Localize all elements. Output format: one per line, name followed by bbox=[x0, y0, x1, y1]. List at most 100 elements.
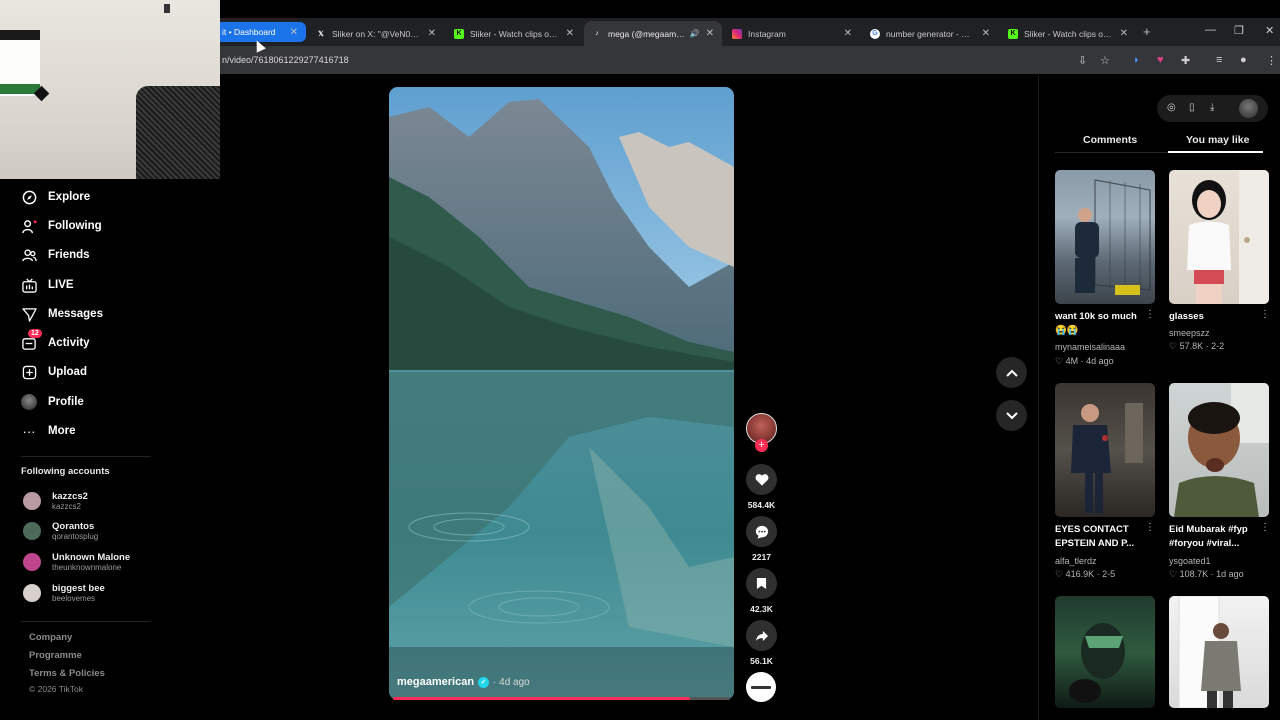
browser-tab-google[interactable]: G number generator - Google ✕ bbox=[862, 21, 998, 46]
tab-comments[interactable]: Comments bbox=[1083, 134, 1137, 146]
browser-tab-tiktok[interactable]: ♪ mega (@megaamerican... 🔊 ✕ bbox=[584, 21, 722, 46]
card-author[interactable]: ysgoated1 bbox=[1169, 556, 1211, 566]
following-account[interactable]: Qorantos qorantosplug bbox=[23, 517, 98, 545]
footer-link-terms[interactable]: Terms & Policies bbox=[29, 668, 105, 679]
account-name: biggest bee bbox=[52, 582, 105, 594]
card-title[interactable]: EYES CONTACT EPSTEIN AND P... bbox=[1055, 523, 1147, 551]
browser-tab-kick[interactable]: K Sliker - Watch clips on Kick ✕ bbox=[446, 21, 582, 46]
avatar bbox=[23, 522, 41, 540]
card-title[interactable]: want 10k so much 😭😭 bbox=[1055, 310, 1147, 338]
follow-plus-icon[interactable]: + bbox=[755, 439, 768, 452]
browser-tab-x[interactable]: 𝕏 Sliker on X: "@VeN0_E @... ✕ bbox=[308, 21, 444, 46]
tab-title: Sliker on X: "@VeN0_E @... bbox=[332, 28, 422, 39]
sidebar-item-explore[interactable]: Explore bbox=[21, 187, 90, 207]
sidebar-item-upload[interactable]: Upload bbox=[21, 362, 87, 382]
notification-badge: 12 bbox=[28, 329, 42, 338]
video-thumbnail[interactable] bbox=[1169, 383, 1269, 517]
close-tab-icon[interactable]: ✕ bbox=[566, 28, 574, 39]
browser-tab-instagram[interactable]: Instagram ✕ bbox=[724, 21, 860, 46]
card-more-icon[interactable]: ⋮ bbox=[1145, 522, 1155, 533]
comment-button[interactable] bbox=[746, 516, 777, 547]
minimize-icon[interactable]: — bbox=[1205, 24, 1216, 36]
download-icon[interactable]: ⤓ bbox=[1210, 102, 1214, 113]
video-thumbnail[interactable] bbox=[1169, 596, 1269, 708]
sidebar-item-label: Friends bbox=[48, 249, 90, 261]
tab-you-may-like[interactable]: You may like bbox=[1186, 134, 1249, 146]
footer-link-programme[interactable]: Programme bbox=[29, 650, 82, 661]
account-handle: kazzcs2 bbox=[52, 501, 81, 511]
close-tab-icon[interactable]: ✕ bbox=[844, 28, 852, 39]
device-icon[interactable]: ▯ bbox=[1189, 102, 1195, 113]
new-tab-button[interactable]: + bbox=[1143, 24, 1151, 39]
sidebar-item-messages[interactable]: Messages bbox=[21, 304, 103, 324]
close-window-icon[interactable]: ✕ bbox=[1265, 24, 1274, 37]
share-button[interactable] bbox=[746, 620, 777, 651]
sidebar-item-live[interactable]: LIVE bbox=[21, 275, 74, 295]
sidebar-item-activity[interactable]: 12 Activity bbox=[21, 329, 90, 353]
extension-icon[interactable]: ♥ bbox=[1157, 54, 1164, 66]
sidebar-item-more[interactable]: ··· More bbox=[21, 421, 76, 441]
sidebar-item-following[interactable]: Following bbox=[21, 216, 102, 236]
account-name: Unknown Malone bbox=[52, 551, 131, 563]
browser-tab-kick-2[interactable]: K Sliker - Watch clips on Kick ✕ bbox=[1000, 21, 1136, 46]
close-tab-icon[interactable]: ✕ bbox=[428, 28, 436, 39]
video-author[interactable]: megaamerican ✓ · 4d ago bbox=[397, 676, 530, 688]
close-tab-icon[interactable]: ✕ bbox=[982, 28, 990, 39]
card-more-icon[interactable]: ⋮ bbox=[1260, 522, 1270, 533]
live-icon bbox=[21, 277, 37, 293]
card-more-icon[interactable]: ⋮ bbox=[1145, 309, 1155, 320]
card-more-icon[interactable]: ⋮ bbox=[1260, 309, 1270, 320]
footer-link-company[interactable]: Company bbox=[29, 632, 72, 643]
card-author[interactable]: alfa_tlerdz bbox=[1055, 556, 1097, 566]
video-thumbnail[interactable] bbox=[1055, 596, 1155, 708]
profile-icon[interactable]: ● bbox=[1240, 54, 1247, 66]
url-field[interactable]: n/video/7618061229277416718 bbox=[222, 55, 349, 65]
video-player[interactable] bbox=[389, 87, 734, 700]
following-icon bbox=[21, 218, 37, 234]
upload-icon bbox=[21, 364, 37, 380]
following-account[interactable]: kazzcs2 kazzcs2 bbox=[23, 487, 88, 515]
messages-icon bbox=[21, 306, 37, 322]
following-account[interactable]: Unknown Malone theunknownmalone bbox=[23, 548, 130, 576]
chair bbox=[136, 86, 220, 179]
extension-icon[interactable]: ◗ bbox=[1133, 54, 1140, 66]
previous-video-button[interactable] bbox=[996, 357, 1027, 388]
menu-dots-icon[interactable]: ⋮ bbox=[1266, 54, 1277, 67]
avatar bbox=[23, 492, 41, 510]
card-title[interactable]: Eid Mubarak #fyp #foryou #viral... bbox=[1169, 523, 1261, 551]
music-disc-icon[interactable] bbox=[746, 672, 776, 702]
close-tab-icon[interactable]: ✕ bbox=[290, 27, 298, 38]
comment-count: 2217 bbox=[752, 552, 771, 562]
sidebar-item-profile[interactable]: Profile bbox=[21, 392, 84, 412]
extensions-puzzle-icon[interactable]: ✚ bbox=[1181, 54, 1190, 67]
next-video-button[interactable] bbox=[996, 400, 1027, 431]
video-progress-bar[interactable] bbox=[393, 697, 730, 700]
speaker-icon[interactable]: 🔊 bbox=[690, 29, 700, 38]
account-name: Qorantos bbox=[52, 520, 95, 532]
google-icon: G bbox=[870, 28, 880, 39]
sidebar-item-friends[interactable]: Friends bbox=[21, 245, 90, 265]
restore-icon[interactable]: ❐ bbox=[1234, 24, 1244, 37]
install-app-icon[interactable]: ⇩ bbox=[1078, 54, 1087, 67]
bookmark-star-icon[interactable]: ☆ bbox=[1100, 54, 1110, 67]
video-username[interactable]: megaamerican bbox=[397, 676, 474, 688]
card-author[interactable]: mynameisalinaaa bbox=[1055, 342, 1125, 352]
like-button[interactable] bbox=[746, 464, 777, 495]
video-thumbnail[interactable] bbox=[1055, 170, 1155, 304]
following-account[interactable]: biggest bee beelovemes bbox=[23, 579, 105, 607]
video-thumbnail[interactable] bbox=[1169, 170, 1269, 304]
close-tab-icon[interactable]: ✕ bbox=[1120, 28, 1128, 39]
video-date: · 4d ago bbox=[493, 676, 530, 688]
close-tab-icon[interactable]: ✕ bbox=[706, 28, 714, 39]
explore-icon[interactable]: ◎ bbox=[1167, 102, 1176, 113]
chevron-up-icon bbox=[1005, 369, 1018, 377]
card-title[interactable]: glasses bbox=[1169, 310, 1261, 324]
card-author[interactable]: smeepszz bbox=[1169, 328, 1210, 338]
following-accounts-title: Following accounts bbox=[21, 466, 110, 477]
media-controls-icon[interactable]: ≡ bbox=[1216, 54, 1222, 66]
tab-title: Sliker - Watch clips on Kick bbox=[1024, 28, 1114, 39]
user-avatar[interactable] bbox=[1239, 99, 1258, 118]
sidebar-item-label: Explore bbox=[48, 191, 91, 203]
video-thumbnail[interactable] bbox=[1055, 383, 1155, 517]
save-button[interactable] bbox=[746, 568, 777, 599]
